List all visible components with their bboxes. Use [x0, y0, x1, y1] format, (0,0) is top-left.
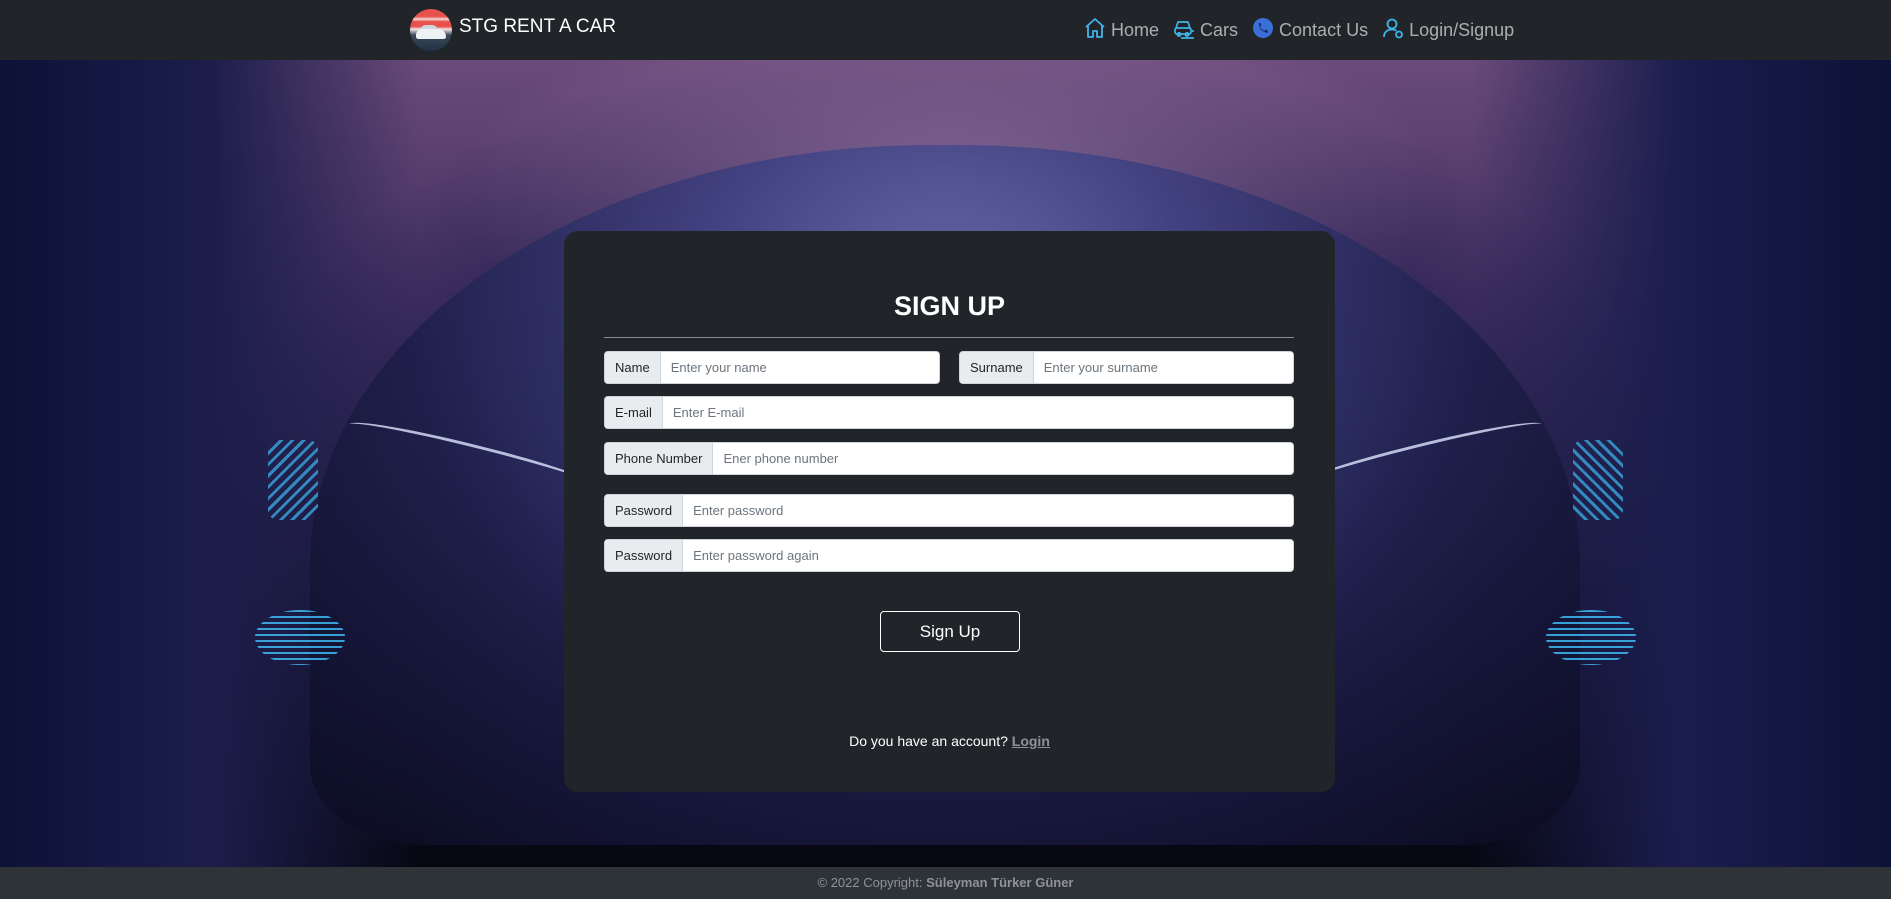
password-again-label: Password [605, 540, 684, 571]
email-field-group: E-mail [604, 396, 1294, 429]
account-prompt-text: Do you have an account? [849, 733, 1008, 749]
login-link[interactable]: Login [1012, 733, 1050, 749]
phone-field-group: Phone Number [604, 442, 1294, 475]
account-prompt-line: Do you have an account? Login [564, 733, 1335, 749]
brand[interactable]: STG RENT A CAR [410, 9, 616, 51]
phone-input[interactable] [713, 443, 1293, 474]
email-label: E-mail [605, 397, 663, 428]
nav-label-login: Login/Signup [1409, 20, 1515, 40]
surname-field-group: Surname [959, 351, 1294, 384]
footer: © 2022 Copyright: Süleyman Türker Güner [0, 867, 1891, 899]
password-again-input[interactable] [683, 540, 1293, 571]
nav-menu: Home Cars Contact Us Login/Signup [1083, 16, 1514, 45]
name-field-group: Name [604, 351, 940, 384]
user-icon [1381, 16, 1405, 45]
footer-copyright: © 2022 Copyright: [817, 875, 923, 890]
surname-label: Surname [960, 352, 1034, 383]
nav-label-cars: Cars [1200, 20, 1239, 40]
name-input[interactable] [660, 352, 939, 383]
nav-item-contact[interactable]: Contact Us [1251, 16, 1368, 45]
signup-card: SIGN UP Name Surname E-mail Phone Number… [564, 231, 1335, 792]
nav-label-home: Home [1111, 20, 1160, 40]
name-label: Name [605, 352, 661, 383]
phone-icon [1251, 16, 1275, 45]
password-label: Password [605, 495, 684, 526]
brand-logo [410, 9, 452, 51]
nav-item-login[interactable]: Login/Signup [1381, 16, 1514, 45]
home-icon [1083, 16, 1107, 45]
password-again-field-group: Password [604, 539, 1294, 572]
email-input[interactable] [662, 397, 1293, 428]
nav-item-home[interactable]: Home [1083, 16, 1159, 45]
car-icon [1172, 16, 1196, 45]
footer-author: Süleyman Türker Güner [926, 875, 1074, 890]
form-title: SIGN UP [893, 291, 1006, 321]
title-divider [604, 337, 1294, 338]
surname-input[interactable] [1033, 352, 1293, 383]
password-field-group: Password [604, 494, 1294, 527]
signup-button[interactable]: Sign Up [880, 611, 1020, 652]
navbar: STG RENT A CAR Home Cars Contact Us Logi… [0, 0, 1891, 60]
brand-name: STG RENT A CAR [459, 15, 616, 37]
nav-item-cars[interactable]: Cars [1172, 16, 1238, 45]
phone-label: Phone Number [605, 443, 714, 474]
nav-label-contact: Contact Us [1279, 20, 1369, 40]
password-input[interactable] [683, 495, 1293, 526]
